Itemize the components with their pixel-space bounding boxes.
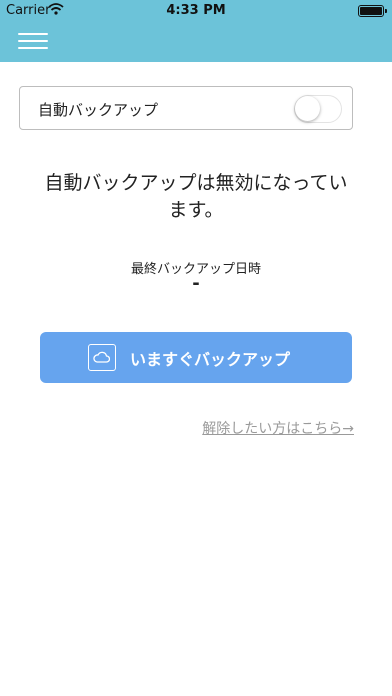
backup-now-label: いますぐバックアップ <box>130 350 291 369</box>
status-bar: Carrier 4:33 PM <box>0 0 392 20</box>
release-link[interactable]: 解除したい方はこちら→ <box>202 418 354 438</box>
switch-knob <box>295 96 320 121</box>
auto-backup-switch[interactable] <box>294 95 342 123</box>
cloud-icon <box>88 344 116 371</box>
hamburger-menu-icon[interactable] <box>18 31 48 51</box>
auto-backup-row: 自動バックアップ <box>19 86 353 130</box>
backup-now-button[interactable]: いますぐバックアップ <box>40 332 352 383</box>
status-time: 4:33 PM <box>166 3 226 18</box>
auto-backup-label: 自動バックアップ <box>38 101 159 119</box>
battery-icon <box>358 5 387 17</box>
nav-bar <box>0 20 392 62</box>
last-backup-value: - <box>192 273 200 294</box>
backup-status-message: 自動バックアップは無効になっています。 <box>44 172 348 221</box>
